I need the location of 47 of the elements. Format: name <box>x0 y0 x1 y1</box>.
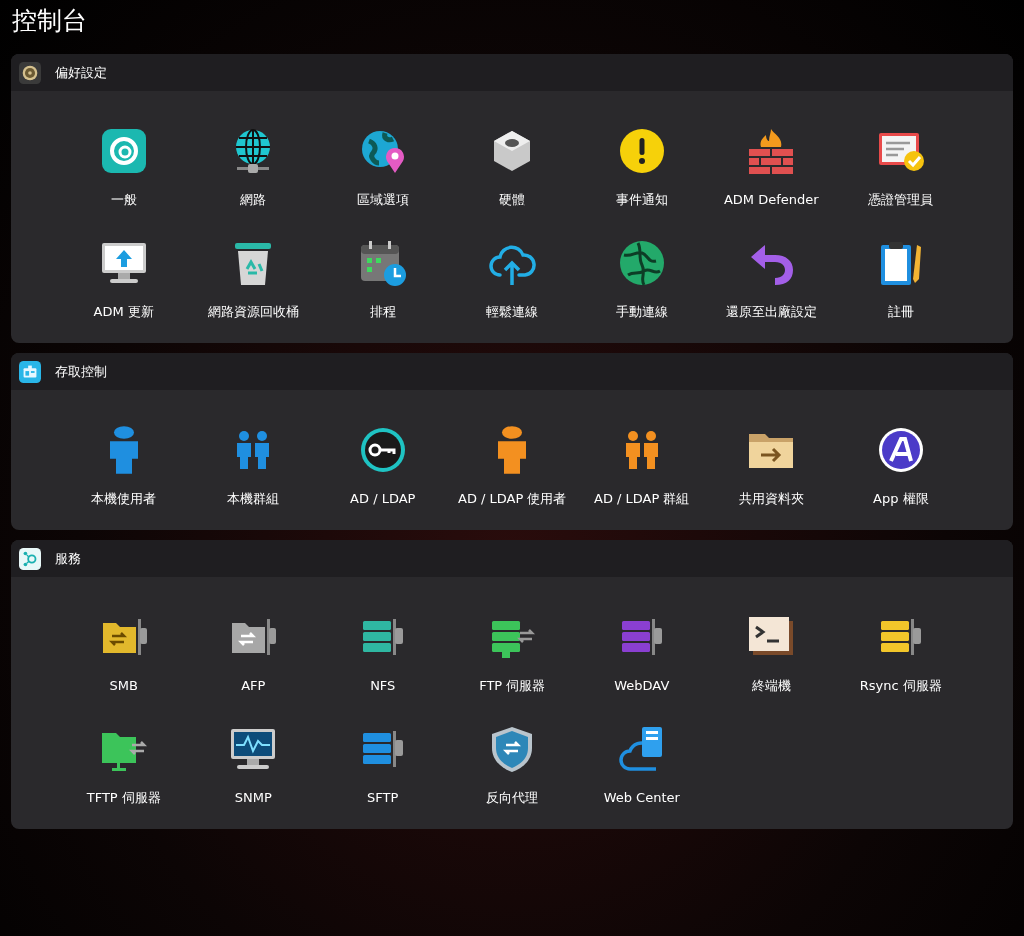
app-tile[interactable]: TFTP 伺服器 <box>59 725 189 807</box>
app-tile[interactable]: 註冊 <box>836 239 966 321</box>
app-tile[interactable]: 區域選項 <box>318 127 448 209</box>
app-tile[interactable]: NFS <box>318 613 448 695</box>
app-tile[interactable]: 硬體 <box>447 127 577 209</box>
app-tile[interactable]: 手動連線 <box>577 239 707 321</box>
app-tile[interactable]: Web Center <box>577 725 707 807</box>
app-tile[interactable]: AFP <box>188 613 318 695</box>
app-tile[interactable]: App 權限 <box>836 426 966 508</box>
app-tile[interactable]: SNMP <box>188 725 318 807</box>
page-title: 控制台 <box>11 5 88 37</box>
app-tile[interactable]: 本機使用者 <box>59 426 189 508</box>
id-card-icon <box>19 360 41 383</box>
app-tile[interactable]: 憑證管理員 <box>836 127 966 209</box>
app-tile[interactable]: FTP 伺服器 <box>447 613 577 695</box>
calendar-clock-icon <box>358 239 407 287</box>
app-tile[interactable]: 網路資源回收桶 <box>188 239 318 321</box>
app-tile[interactable]: ADM Defender <box>706 127 836 209</box>
app-tile[interactable]: 排程 <box>318 239 448 321</box>
globe-icon <box>617 239 666 287</box>
section-title: 偏好設定 <box>55 63 107 82</box>
app-tile[interactable]: ADM 更新 <box>59 239 189 321</box>
app-tile[interactable]: WebDAV <box>577 613 707 695</box>
app-tile[interactable]: 本機群組 <box>188 426 318 508</box>
app-tile[interactable]: 反向代理 <box>447 725 577 807</box>
app-tile[interactable]: 共用資料夾 <box>706 426 836 508</box>
firewall-icon <box>747 127 796 175</box>
app-tile[interactable]: 還原至出廠設定 <box>706 239 836 321</box>
alert-icon <box>617 127 666 175</box>
nodes-icon <box>19 547 41 570</box>
app-tile[interactable]: AD / LDAP 群組 <box>577 426 707 508</box>
gear-icon <box>19 61 41 84</box>
app-tile[interactable]: Rsync 伺服器 <box>836 613 966 695</box>
app-tile[interactable]: 輕鬆連線 <box>447 239 577 321</box>
app-tile[interactable]: 網路 <box>188 127 318 209</box>
key-icon <box>358 426 407 474</box>
section-title: 存取控制 <box>55 362 107 381</box>
section-title: 服務 <box>55 549 81 568</box>
app-tile[interactable]: 終端機 <box>706 613 836 695</box>
app-tile[interactable]: AD / LDAP 使用者 <box>447 426 577 508</box>
app-logo-icon <box>876 426 925 474</box>
app-tile[interactable]: 事件通知 <box>577 127 707 209</box>
app-tile[interactable]: SFTP <box>318 725 448 807</box>
app-tile[interactable]: AD / LDAP <box>318 426 448 508</box>
app-tile[interactable]: SMB <box>59 613 189 695</box>
app-logo-icon <box>99 127 148 175</box>
app-tile[interactable]: 一般 <box>59 127 189 209</box>
